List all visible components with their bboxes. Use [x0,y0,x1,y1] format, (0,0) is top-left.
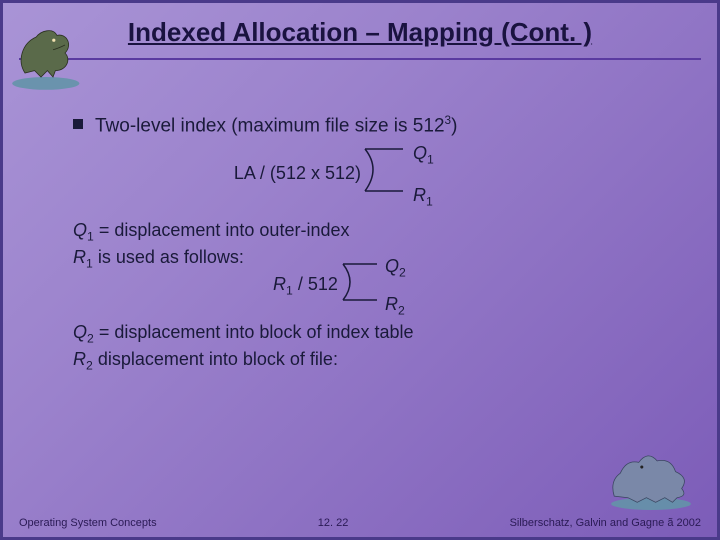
bullet-row: Two-level index (maximum file size is 51… [73,113,677,139]
bullet-text: Two-level index (maximum file size is 51… [95,113,457,139]
eq2-r-sub: 2 [398,304,405,318]
exp1-r-text: is used as follows: [93,247,244,267]
eq2-q: Q [385,256,399,276]
exp1-q-text: = displacement into outer-index [94,220,350,240]
explanation-2: Q2 = displacement into block of index ta… [73,320,677,374]
eq2-q-label: Q2 [385,256,406,280]
exp2-r-sub: 2 [86,358,93,372]
explain-q1-line: Q1 = displacement into outer-index [73,218,677,245]
division-bracket-icon [363,145,407,195]
eq2-input-a-sub: 1 [286,284,293,298]
exp1-q: Q [73,220,87,240]
eq2-input-b: / 512 [293,274,338,294]
exp2-q-text: = displacement into block of index table [94,322,414,342]
division-bracket-icon [341,260,381,304]
eq2-r-label: R2 [385,294,405,318]
footer: Operating System Concepts 12. 22 Silbers… [3,517,717,529]
exp1-r-sub: 1 [86,257,93,271]
footer-right: Silberschatz, Galvin and Gagne ã 2002 [510,517,701,529]
eq1-r: R [413,185,426,205]
equation-block-2: R1 / 512 Q2 R2 [273,274,423,298]
footer-left: Operating System Concepts [19,517,157,529]
title-divider [19,58,701,60]
eq1-input: LA / (512 x 512) [223,163,361,184]
eq1-r-label: R1 [413,185,433,209]
eq1-r-sub: 1 [426,195,433,209]
eq1-q-label: Q1 [413,143,434,167]
bullet-main: Two-level index (maximum file size is 51… [95,115,445,136]
dinosaur-bottom-right-image [605,441,697,513]
dinosaur-top-left-image [9,13,89,93]
eq1-q-sub: 1 [427,153,434,167]
square-bullet-icon [73,119,83,129]
exp2-r-text: displacement into block of file: [93,349,338,369]
footer-center: 12. 22 [318,517,349,529]
eq2-r: R [385,294,398,314]
explain-r2-line: R2 displacement into block of file: [73,347,677,374]
explain-q2-line: Q2 = displacement into block of index ta… [73,320,677,347]
eq2-input-a: R [273,274,286,294]
exp2-r: R [73,349,86,369]
exp1-r: R [73,247,86,267]
eq1-q: Q [413,143,427,163]
exp2-q: Q [73,322,87,342]
content-area: Two-level index (maximum file size is 51… [73,113,677,374]
exp1-q-sub: 1 [87,230,94,244]
eq2-input: R1 / 512 [273,274,338,298]
eq2-q-sub: 2 [399,266,406,280]
slide-title: Indexed Allocation – Mapping (Cont. ) [3,3,717,52]
slide-container: Indexed Allocation – Mapping (Cont. ) Tw… [0,0,720,540]
bullet-tail: ) [451,115,457,136]
exp2-q-sub: 2 [87,331,94,345]
equation-block-1: LA / (512 x 512) Q1 R1 [223,163,453,184]
